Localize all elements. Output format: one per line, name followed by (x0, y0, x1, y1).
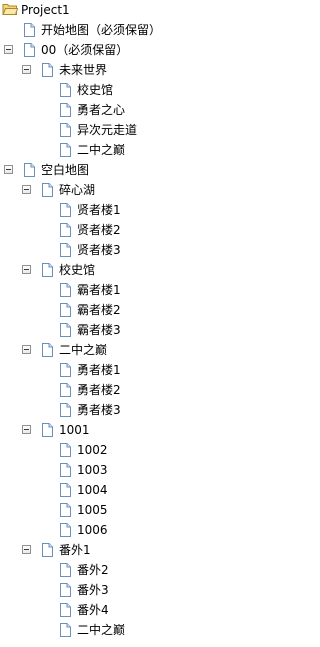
tree-node[interactable]: 贤者楼3 (0, 240, 273, 260)
tree-node-label: 霸者楼2 (77, 303, 121, 317)
collapse-toggle-icon[interactable] (22, 425, 31, 434)
tree-node-label: 贤者楼3 (77, 243, 121, 257)
tree-node-label: 1002 (77, 443, 108, 457)
tree-node-label: 空白地图 (41, 163, 90, 177)
tree-node[interactable]: 勇者之心 (0, 100, 273, 120)
tree-node-label: 勇者楼3 (77, 403, 121, 417)
tree-node[interactable]: 番外3 (0, 580, 273, 600)
tree-node-label: 番外1 (59, 543, 91, 557)
tree-node[interactable]: 空白地图 (0, 160, 273, 180)
tree-node[interactable]: 碎心湖 (0, 180, 273, 200)
tree-node[interactable]: 霸者楼3 (0, 320, 273, 340)
tree-node[interactable]: 二中之巅 (0, 340, 273, 360)
collapse-toggle-icon[interactable] (22, 185, 31, 194)
tree-node-label: 番外3 (77, 583, 109, 597)
tree-node-label: 异次元走道 (77, 123, 138, 137)
tree-node-label: 1004 (77, 483, 108, 497)
tree-node[interactable]: 00（必须保留） (0, 40, 273, 60)
tree-node[interactable]: 异次元走道 (0, 120, 273, 140)
tree-node-label: 二中之巅 (59, 343, 108, 357)
collapse-toggle-icon[interactable] (22, 345, 31, 354)
tree-node[interactable]: 番外4 (0, 600, 273, 620)
tree-node-label: 00（必须保留） (41, 43, 129, 57)
tree-node[interactable]: 1004 (0, 480, 273, 500)
tree-node[interactable]: 校史馆 (0, 80, 273, 100)
tree-node[interactable]: 勇者楼3 (0, 400, 273, 420)
collapse-toggle-icon[interactable] (22, 545, 31, 554)
tree-node[interactable]: 贤者楼2 (0, 220, 273, 240)
tree-node[interactable]: 1005 (0, 500, 273, 520)
tree-node-label: 勇者之心 (77, 103, 126, 117)
tree-node-label: 贤者楼2 (77, 223, 121, 237)
tree-node[interactable]: 霸者楼2 (0, 300, 273, 320)
tree-node[interactable]: 勇者楼2 (0, 380, 273, 400)
tree-node[interactable]: 贤者楼1 (0, 200, 273, 220)
tree-node-label: 1003 (77, 463, 108, 477)
tree-node[interactable]: 番外1 (0, 540, 273, 560)
map-tree: Project1 开始地图（必须保留） 00（必须保留） 未来世界 校史馆 勇者之心 异次元… (0, 0, 273, 647)
collapse-toggle-icon[interactable] (22, 65, 31, 74)
tree-node-label: 番外2 (77, 563, 109, 577)
collapse-toggle-icon[interactable] (22, 265, 31, 274)
tree-node-label: 番外4 (77, 603, 109, 617)
tree-node[interactable]: 二中之巅 (0, 140, 273, 160)
tree-node-label: 霸者楼3 (77, 323, 121, 337)
tree-node[interactable]: 1001 (0, 420, 273, 440)
tree-node-label: 1005 (77, 503, 108, 517)
tree-node-label: 二中之巅 (77, 623, 126, 637)
tree-node-label: 勇者楼1 (77, 363, 121, 377)
tree-node-label: 开始地图（必须保留） (41, 23, 162, 37)
tree-node-label: 二中之巅 (77, 143, 126, 157)
tree-node[interactable]: 霸者楼1 (0, 280, 273, 300)
tree-node[interactable]: 未来世界 (0, 60, 273, 80)
tree-node[interactable]: 二中之巅 (0, 620, 273, 640)
collapse-toggle-icon[interactable] (4, 45, 13, 54)
tree-node-label: 1001 (59, 423, 90, 437)
map-page-icon (58, 622, 72, 644)
tree-node-label: 校史馆 (77, 83, 114, 97)
collapse-toggle-icon[interactable] (4, 165, 13, 174)
tree-node-label: 校史馆 (59, 263, 96, 277)
open-folder-icon (2, 2, 19, 22)
tree-node[interactable]: 番外2 (0, 560, 273, 580)
tree-root-project[interactable]: Project1 (0, 0, 273, 20)
tree-node[interactable]: 勇者楼1 (0, 360, 273, 380)
tree-node[interactable]: 开始地图（必须保留） (0, 20, 273, 40)
tree-node-label: 勇者楼2 (77, 383, 121, 397)
tree-node[interactable]: 校史馆 (0, 260, 273, 280)
tree-node-label: 霸者楼1 (77, 283, 121, 297)
tree-node[interactable]: 1006 (0, 520, 273, 540)
tree-node-label: 未来世界 (59, 63, 108, 77)
tree-node-label: 碎心湖 (59, 183, 96, 197)
tree-node-label: 1006 (77, 523, 108, 537)
tree-node-label: 贤者楼1 (77, 203, 121, 217)
tree-node[interactable]: 1003 (0, 460, 273, 480)
tree-node[interactable]: 1002 (0, 440, 273, 460)
tree-node-label: Project1 (21, 3, 70, 17)
